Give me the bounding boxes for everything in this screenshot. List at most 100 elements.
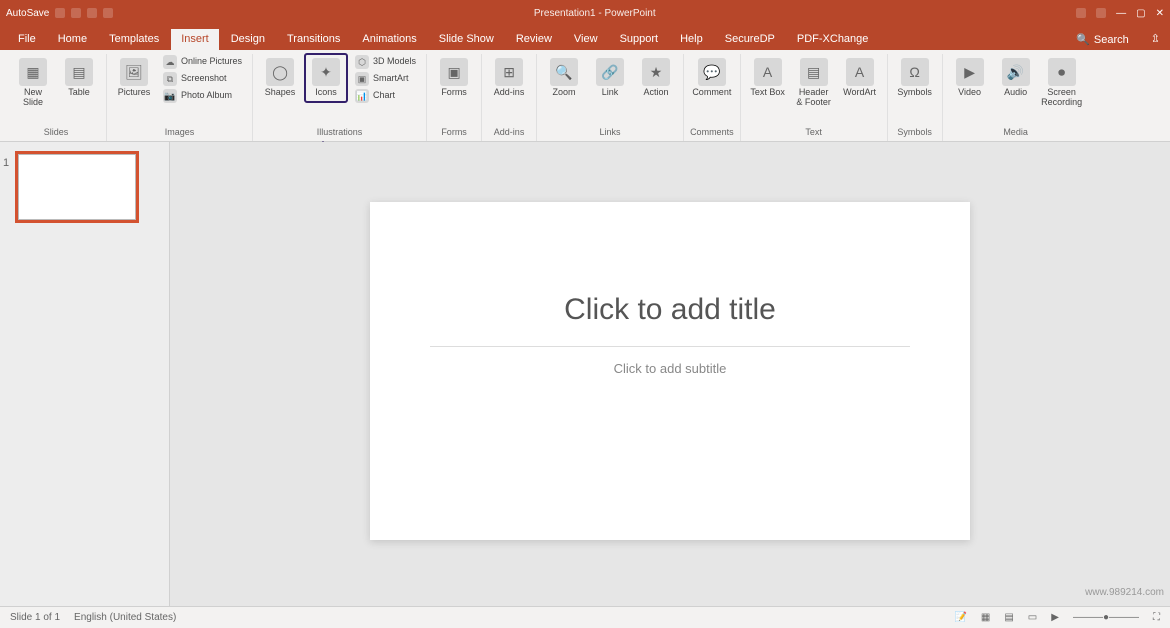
- smartart-label: SmartArt: [373, 74, 409, 84]
- photo-album-icon: 📷: [163, 89, 177, 103]
- forms-button[interactable]: ▣Forms: [433, 54, 475, 102]
- screenshot-button[interactable]: ⧉ Screenshot: [159, 71, 246, 87]
- online-pictures-button[interactable]: ☁Online Pictures: [159, 54, 246, 70]
- group-text: A Text Box ▤Header & Footer A WordArt Text: [741, 54, 888, 141]
- group-slides: ▦New Slide ▤Table Slides: [6, 54, 107, 141]
- textbox-label: Text Box: [750, 88, 785, 98]
- icons-button[interactable]: ✦ Icons: [305, 54, 347, 102]
- comment-button[interactable]: 💬 Comment: [691, 54, 733, 102]
- shapes-icon: ◯: [266, 58, 294, 86]
- group-symbols: ΩSymbols Symbols: [888, 54, 943, 141]
- photo-album-label: Photo Album: [181, 91, 232, 101]
- symbols-label: Symbols: [897, 88, 932, 98]
- close-icon[interactable]: ✕: [1156, 8, 1164, 19]
- chart-label: Chart: [373, 91, 395, 101]
- autosave-toggle-icon[interactable]: [55, 8, 65, 18]
- smartart-button[interactable]: ▣SmartArt: [351, 71, 420, 87]
- textbox-button[interactable]: A Text Box: [747, 54, 789, 102]
- wordart-button[interactable]: A WordArt: [839, 54, 881, 102]
- fit-button[interactable]: ⛶: [1153, 612, 1160, 623]
- slide[interactable]: Click to add title Click to add subtitle: [370, 202, 970, 540]
- addins-button[interactable]: ⊞Add-ins: [488, 54, 530, 102]
- tab-animations[interactable]: Animations: [352, 29, 426, 50]
- tab-securedp[interactable]: SecureDP: [715, 29, 785, 50]
- tab-design[interactable]: Design: [221, 29, 275, 50]
- wordart-label: WordArt: [843, 88, 876, 98]
- action-button[interactable]: ★Action: [635, 54, 677, 102]
- save-icon[interactable]: [71, 8, 81, 18]
- group-addins-label: Add-ins: [494, 125, 525, 141]
- reading-view-icon[interactable]: ▭: [1028, 612, 1037, 623]
- tab-support[interactable]: Support: [610, 29, 669, 50]
- ribbon-tabs: File Home Templates Insert Design Transi…: [0, 26, 1170, 50]
- audio-button[interactable]: 🔊Audio: [995, 54, 1037, 102]
- thumb-number: 1: [3, 157, 9, 169]
- textbox-icon: A: [754, 58, 782, 86]
- 3d-models-icon: ⬡: [355, 55, 369, 69]
- status-bar: Slide 1 of 1 English (United States) 📝 ▦…: [0, 606, 1170, 628]
- comment-icon: 💬: [698, 58, 726, 86]
- tab-view[interactable]: View: [564, 29, 608, 50]
- slide-thumbnail-1[interactable]: 1: [18, 154, 136, 220]
- redo-icon[interactable]: [103, 8, 113, 18]
- tab-pdfx[interactable]: PDF-XChange: [787, 29, 879, 50]
- link-icon: 🔗: [596, 58, 624, 86]
- tab-help[interactable]: Help: [670, 29, 713, 50]
- icons-icon: ✦: [312, 58, 340, 86]
- tab-review[interactable]: Review: [506, 29, 562, 50]
- link-button[interactable]: 🔗Link: [589, 54, 631, 102]
- user-avatar-icon[interactable]: [1076, 8, 1086, 18]
- table-button[interactable]: ▤Table: [58, 54, 100, 102]
- tab-slideshow[interactable]: Slide Show: [429, 29, 504, 50]
- workspace: 1 Click to add title Click to add subtit…: [0, 142, 1170, 606]
- normal-view-icon[interactable]: ▦: [981, 612, 990, 623]
- symbols-button[interactable]: ΩSymbols: [894, 54, 936, 102]
- comment-label: Comment: [692, 88, 731, 98]
- pictures-button[interactable]: 🖼Pictures: [113, 54, 155, 102]
- slideshow-view-icon[interactable]: ▶: [1051, 612, 1059, 623]
- group-text-label: Text: [805, 125, 822, 141]
- group-forms-label: Forms: [441, 125, 467, 141]
- tab-transitions[interactable]: Transitions: [277, 29, 350, 50]
- group-symbols-label: Symbols: [897, 125, 932, 141]
- header-footer-button[interactable]: ▤Header & Footer: [793, 54, 835, 112]
- screen-recording-button[interactable]: ⏺Screen Recording: [1041, 54, 1083, 112]
- screenshot-label: Screenshot: [181, 74, 227, 84]
- search-box[interactable]: 🔍Search: [1066, 29, 1139, 50]
- group-addins: ⊞Add-ins Add-ins: [482, 54, 537, 141]
- maximize-icon[interactable]: ▢: [1136, 8, 1145, 19]
- screenshot-icon: ⧉: [163, 72, 177, 86]
- watermark: www.989214.com: [1085, 587, 1164, 598]
- sorter-view-icon[interactable]: ▤: [1004, 612, 1013, 623]
- title-placeholder[interactable]: Click to add title: [430, 282, 910, 338]
- icons-label: Icons: [315, 88, 337, 98]
- addins-icon: ⊞: [495, 58, 523, 86]
- status-language: English (United States): [74, 612, 176, 623]
- group-slides-label: Slides: [44, 125, 69, 141]
- group-forms: ▣Forms Forms: [427, 54, 482, 141]
- online-pictures-label: Online Pictures: [181, 57, 242, 67]
- tab-templates[interactable]: Templates: [99, 29, 169, 50]
- ribbon-options-icon[interactable]: [1096, 8, 1106, 18]
- tab-file[interactable]: File: [8, 29, 46, 50]
- zoom-button[interactable]: 🔍Zoom: [543, 54, 585, 102]
- shapes-button[interactable]: ◯Shapes: [259, 54, 301, 102]
- share-icon[interactable]: ⇫: [1141, 28, 1170, 50]
- wordart-icon: A: [846, 58, 874, 86]
- zoom-slider[interactable]: ———●———: [1073, 612, 1139, 623]
- 3d-models-button[interactable]: ⬡3D Models: [351, 54, 420, 70]
- zoom-label: Zoom: [553, 88, 576, 98]
- tab-home[interactable]: Home: [48, 29, 97, 50]
- chart-button[interactable]: 📊Chart: [351, 88, 420, 104]
- notes-button[interactable]: 📝: [954, 612, 966, 623]
- tab-insert[interactable]: Insert: [171, 29, 219, 50]
- group-media: ▶Video 🔊Audio ⏺Screen Recording Media: [943, 54, 1089, 141]
- new-slide-button[interactable]: ▦New Slide: [12, 54, 54, 112]
- video-button[interactable]: ▶Video: [949, 54, 991, 102]
- minimize-icon[interactable]: —: [1116, 8, 1126, 19]
- group-links: 🔍Zoom 🔗Link ★Action Links: [537, 54, 684, 141]
- title-bar: AutoSave Presentation1 - PowerPoint — ▢ …: [0, 0, 1170, 26]
- undo-icon[interactable]: [87, 8, 97, 18]
- photo-album-button[interactable]: 📷 Photo Album: [159, 88, 246, 104]
- subtitle-placeholder[interactable]: Click to add subtitle: [430, 361, 910, 376]
